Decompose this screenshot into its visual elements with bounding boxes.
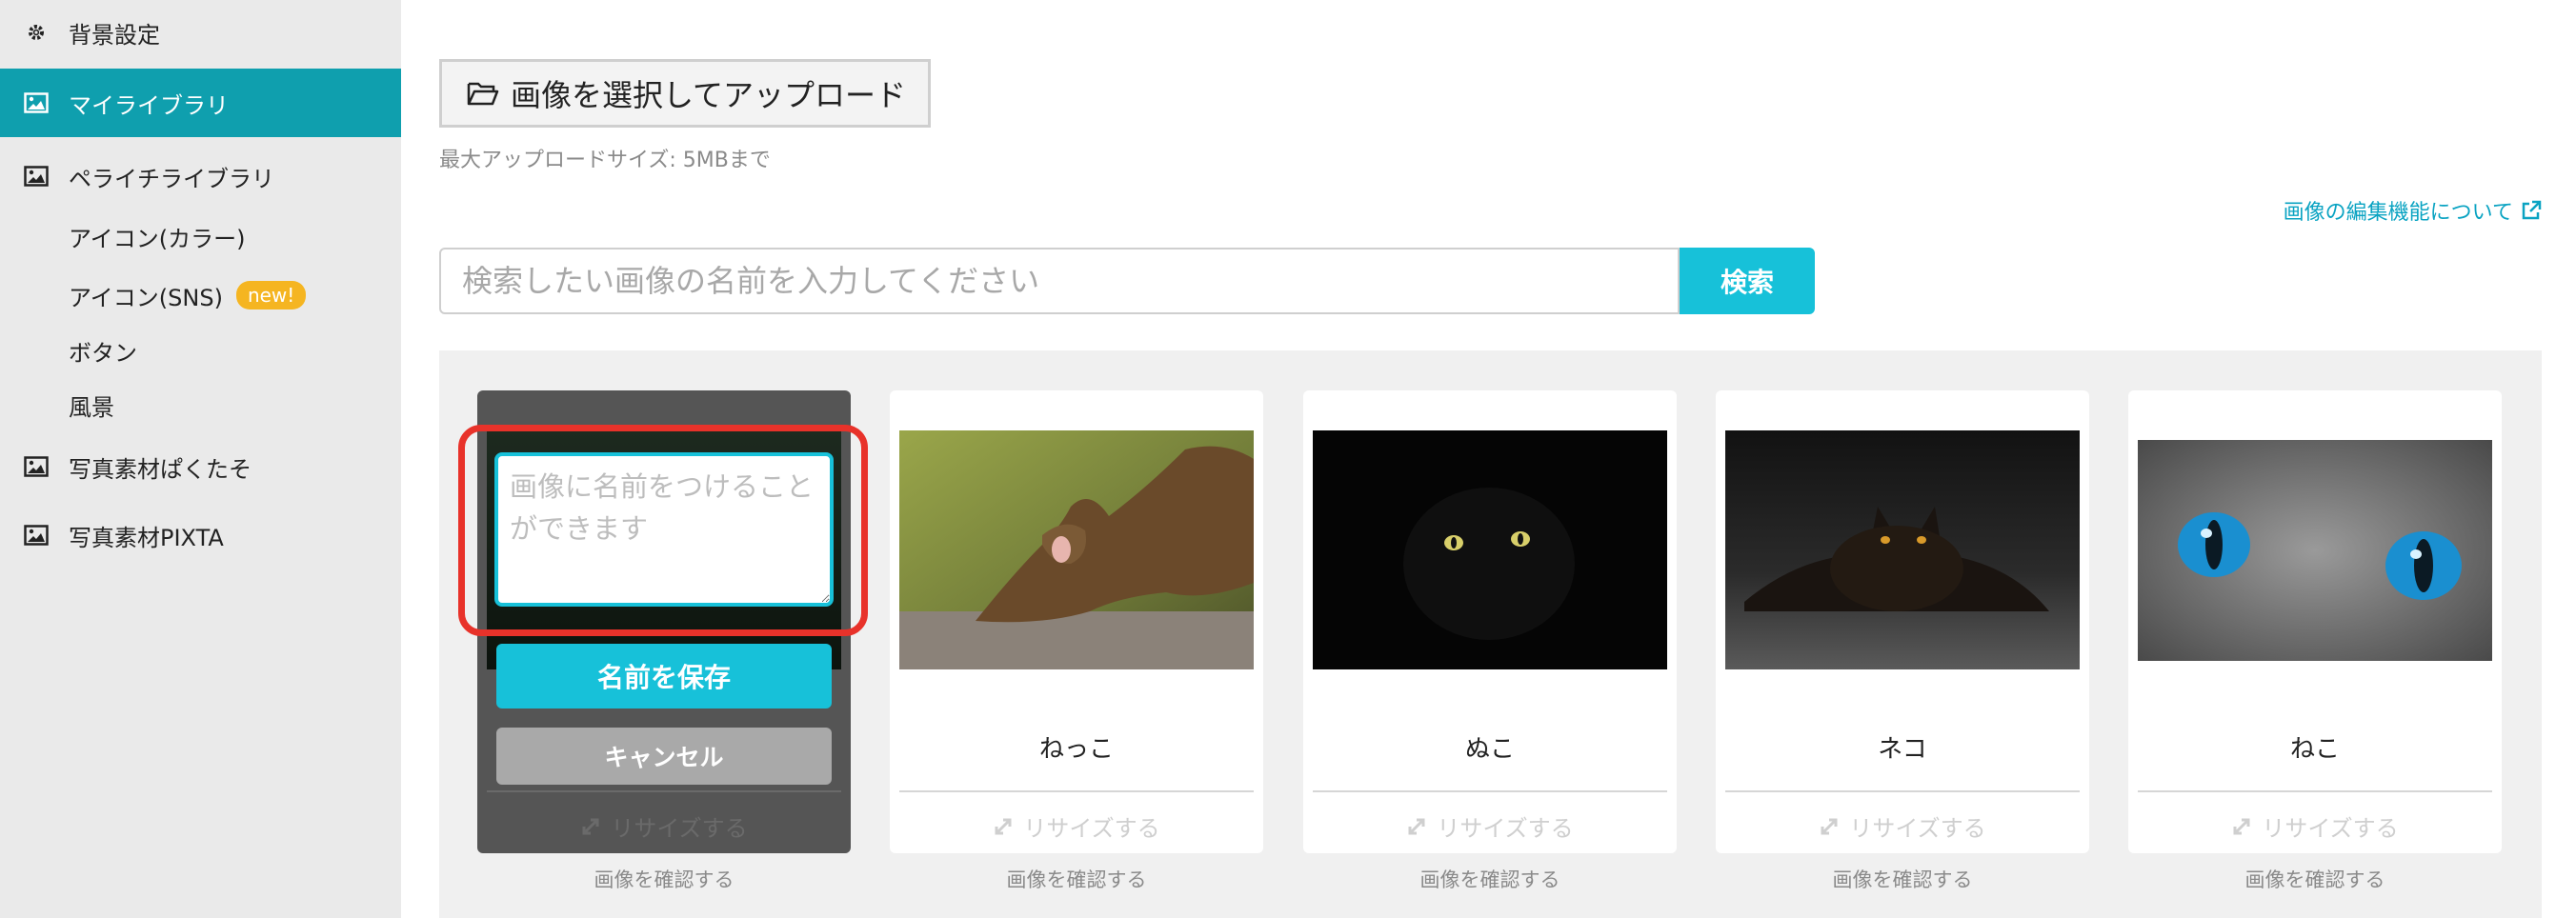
resize-label: リサイズする — [611, 815, 748, 842]
image-title: ねっこ — [1038, 735, 1114, 764]
image-title: ぬこ — [1464, 735, 1515, 764]
upload-button[interactable]: 画像を選択してアップロード — [439, 59, 931, 128]
gear-icon — [17, 23, 55, 42]
image-name-textarea[interactable] — [494, 452, 834, 607]
image-card[interactable]: ねこ リサイズする — [2128, 390, 2502, 853]
sidebar: 背景設定 マイライブラリ ペライチライブラリ アイコン(カラー) アイコン(SN… — [0, 0, 401, 918]
external-link-icon — [2521, 200, 2542, 221]
confirm-image-link[interactable]: 画像を確認する — [477, 865, 851, 893]
image-thumbnail — [1313, 430, 1667, 669]
divider — [1313, 790, 1667, 792]
search-input[interactable] — [439, 248, 1680, 314]
edit-feature-link[interactable]: 画像の編集機能について — [2284, 195, 2542, 226]
sidebar-item-pakutaso[interactable]: 写真素材ぱくたそ — [0, 448, 401, 486]
image-icon — [17, 92, 55, 113]
sidebar-item-label: マイライブラリ — [69, 91, 229, 119]
resize-label: リサイズする — [1437, 815, 1574, 842]
confirm-image-link[interactable]: 画像を確認する — [1303, 865, 1677, 893]
divider — [487, 790, 841, 792]
sidebar-subitem-icon-sns[interactable]: アイコン(SNS) new! — [69, 278, 307, 312]
image-card[interactable]: ネコ リサイズする — [1716, 390, 2089, 853]
new-badge: new! — [235, 281, 307, 309]
resize-icon — [1406, 816, 1427, 837]
sidebar-item-background-settings[interactable]: 背景設定 — [0, 13, 401, 51]
resize-link[interactable]: リサイズする — [1303, 809, 1677, 843]
resize-icon — [993, 816, 1014, 837]
image-card[interactable]: ぬこ リサイズする — [1303, 390, 1677, 853]
image-card-editing: 名前を保存 キャンセル リサイズする — [477, 390, 851, 853]
sidebar-item-peraichi-library[interactable]: ペライチライブラリ — [0, 157, 401, 195]
confirm-image-link[interactable]: 画像を確認する — [890, 865, 1263, 893]
resize-label: リサイズする — [1023, 815, 1160, 842]
sidebar-item-pixta[interactable]: 写真素材PIXTA — [0, 516, 401, 554]
resize-label: リサイズする — [1849, 815, 1986, 842]
upload-button-label: 画像を選択してアップロード — [511, 78, 907, 112]
image-thumbnail — [2138, 440, 2492, 661]
resize-label: リサイズする — [2262, 815, 2399, 842]
confirm-image-link[interactable]: 画像を確認する — [1716, 865, 2089, 893]
sidebar-subitem-landscape[interactable]: 風景 — [69, 388, 114, 422]
sidebar-subitem-label: 風景 — [69, 393, 114, 421]
sidebar-subitem-button[interactable]: ボタン — [69, 333, 137, 368]
image-title: ネコ — [1878, 735, 1927, 764]
image-thumbnail — [899, 430, 1254, 669]
image-icon — [17, 525, 55, 546]
cancel-button[interactable]: キャンセル — [496, 728, 832, 785]
image-icon — [17, 456, 55, 477]
resize-link[interactable]: リサイズする — [2128, 809, 2502, 843]
sidebar-subitem-label: アイコン(カラー) — [69, 225, 246, 252]
divider — [2138, 790, 2492, 792]
folder-open-icon — [467, 80, 499, 107]
sidebar-item-my-library[interactable]: マイライブラリ — [0, 69, 401, 137]
resize-link[interactable]: リサイズする — [890, 809, 1263, 843]
upload-size-note: 最大アップロードサイズ: 5MBまで — [439, 149, 771, 172]
image-card[interactable]: ねっこ リサイズする — [890, 390, 1263, 853]
resize-link[interactable]: リサイズする — [1716, 809, 2089, 843]
image-thumbnail — [1725, 430, 2080, 669]
divider — [899, 790, 1254, 792]
image-icon — [17, 166, 55, 187]
resize-icon — [1819, 816, 1840, 837]
search-button[interactable]: 検索 — [1680, 248, 1815, 314]
save-name-button[interactable]: 名前を保存 — [496, 644, 832, 708]
sidebar-subitem-icon-color[interactable]: アイコン(カラー) — [69, 219, 246, 253]
edit-feature-link-label: 画像の編集機能について — [2283, 201, 2513, 225]
sidebar-item-label: 背景設定 — [69, 21, 160, 49]
confirm-image-link[interactable]: 画像を確認する — [2128, 865, 2502, 893]
resize-icon — [2231, 816, 2252, 837]
sidebar-subitem-label: ボタン — [69, 339, 137, 367]
sidebar-item-label: 写真素材ぱくたそ — [69, 455, 252, 483]
resize-icon — [580, 816, 601, 837]
resize-link[interactable]: リサイズする — [477, 809, 851, 843]
sidebar-item-label: ペライチライブラリ — [69, 165, 274, 192]
divider — [1725, 790, 2080, 792]
sidebar-item-label: 写真素材PIXTA — [69, 524, 224, 551]
image-title: ねこ — [2289, 735, 2340, 764]
sidebar-subitem-label: アイコン(SNS) — [69, 284, 223, 311]
